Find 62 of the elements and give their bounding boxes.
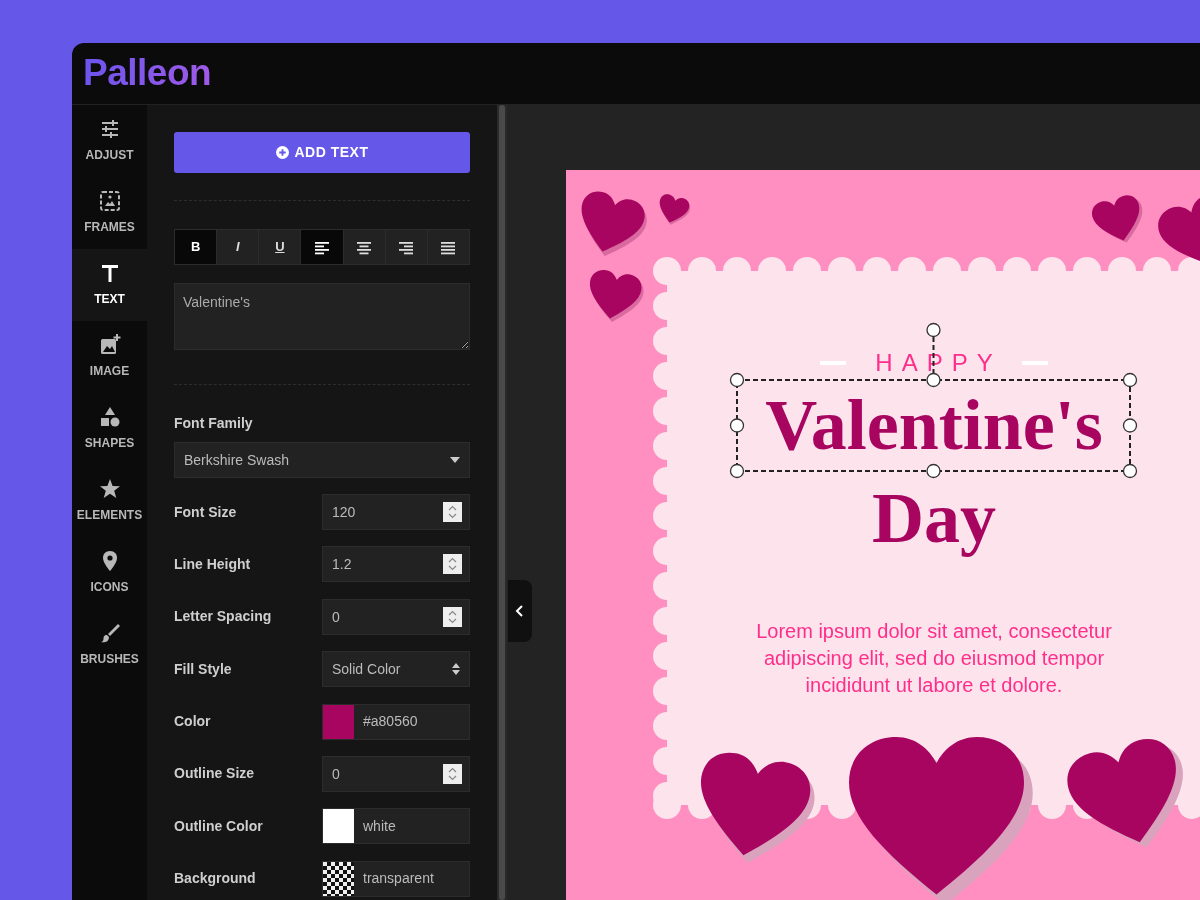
collapse-panel-button[interactable] bbox=[508, 580, 532, 642]
color-field[interactable]: #a80560 bbox=[322, 703, 470, 740]
field-label: Outline Color bbox=[174, 816, 263, 836]
sidebar-tab[interactable]: SHAPES bbox=[72, 393, 147, 465]
font-family-select[interactable]: Berkshire Swash bbox=[174, 442, 470, 478]
align-right-button[interactable] bbox=[385, 230, 428, 264]
fill-style-select[interactable]: Solid Color bbox=[322, 651, 470, 688]
color-field[interactable]: white bbox=[322, 808, 470, 845]
align-right-icon bbox=[399, 239, 414, 255]
sidebar-tab[interactable]: TEXT bbox=[72, 249, 147, 321]
number-field[interactable]: 0 bbox=[322, 598, 470, 635]
italic-button[interactable]: I bbox=[217, 230, 260, 264]
field-label: Line Height bbox=[174, 554, 251, 574]
field-label: Outline Size bbox=[174, 764, 255, 784]
transparency-swatch[interactable] bbox=[323, 861, 354, 896]
title-text[interactable]: Day bbox=[872, 479, 996, 559]
justify-button[interactable] bbox=[427, 230, 469, 264]
sort-arrows-icon bbox=[452, 663, 460, 676]
heart-shape bbox=[1091, 195, 1143, 243]
field-label: Font Size bbox=[174, 502, 237, 522]
text-input[interactable]: Valentine's bbox=[174, 283, 470, 350]
caret-icon bbox=[450, 457, 460, 463]
heart-shape bbox=[589, 270, 644, 322]
color-field[interactable]: transparent bbox=[322, 860, 470, 897]
field-label: Fill Style bbox=[174, 659, 232, 679]
chevron-left-icon bbox=[515, 605, 525, 617]
add-text-button[interactable]: ADD TEXT bbox=[174, 132, 470, 173]
color-swatch[interactable] bbox=[323, 704, 354, 739]
sidebar-tab[interactable]: ADJUST bbox=[72, 105, 147, 177]
sidebar-tab[interactable]: IMAGE bbox=[72, 321, 147, 393]
sidebar-tab[interactable]: ICONS bbox=[72, 537, 147, 609]
sidebar-tab[interactable]: BRUSHES bbox=[72, 609, 147, 681]
add-image-icon bbox=[98, 334, 121, 356]
heart-shape bbox=[659, 194, 691, 225]
sidebar-tab[interactable]: FRAMES bbox=[72, 177, 147, 249]
sidebar-tab[interactable]: ELEMENTS bbox=[72, 465, 147, 537]
up-down-chevron-icon bbox=[448, 609, 457, 624]
field-label: Color bbox=[174, 712, 211, 732]
shapes-icon bbox=[98, 406, 121, 428]
up-down-chevron-icon bbox=[448, 766, 457, 781]
align-left-icon bbox=[315, 239, 329, 255]
align-left-button[interactable] bbox=[301, 230, 344, 264]
number-field[interactable]: 1.2 bbox=[322, 546, 470, 583]
field-label: Background bbox=[174, 869, 256, 889]
align-center-button[interactable] bbox=[343, 230, 386, 264]
stepper-control[interactable] bbox=[443, 554, 462, 575]
up-down-chevron-icon bbox=[448, 557, 457, 572]
up-down-chevron-icon bbox=[448, 505, 457, 519]
underline-button[interactable]: U bbox=[259, 230, 302, 264]
color-swatch[interactable] bbox=[323, 809, 354, 844]
number-field[interactable]: 120 bbox=[322, 494, 470, 530]
align-center-icon bbox=[357, 239, 372, 255]
bold-button[interactable]: B bbox=[175, 230, 218, 264]
number-field[interactable]: 0 bbox=[322, 755, 470, 792]
frame-icon bbox=[98, 190, 121, 212]
star-icon bbox=[98, 478, 121, 500]
heart-shape bbox=[581, 191, 647, 257]
selection-box[interactable] bbox=[729, 322, 1139, 479]
justify-icon bbox=[441, 239, 456, 255]
field-label: Font Family bbox=[174, 414, 254, 433]
field-label: Letter Spacing bbox=[174, 607, 272, 627]
plus-circle-icon bbox=[275, 146, 289, 159]
